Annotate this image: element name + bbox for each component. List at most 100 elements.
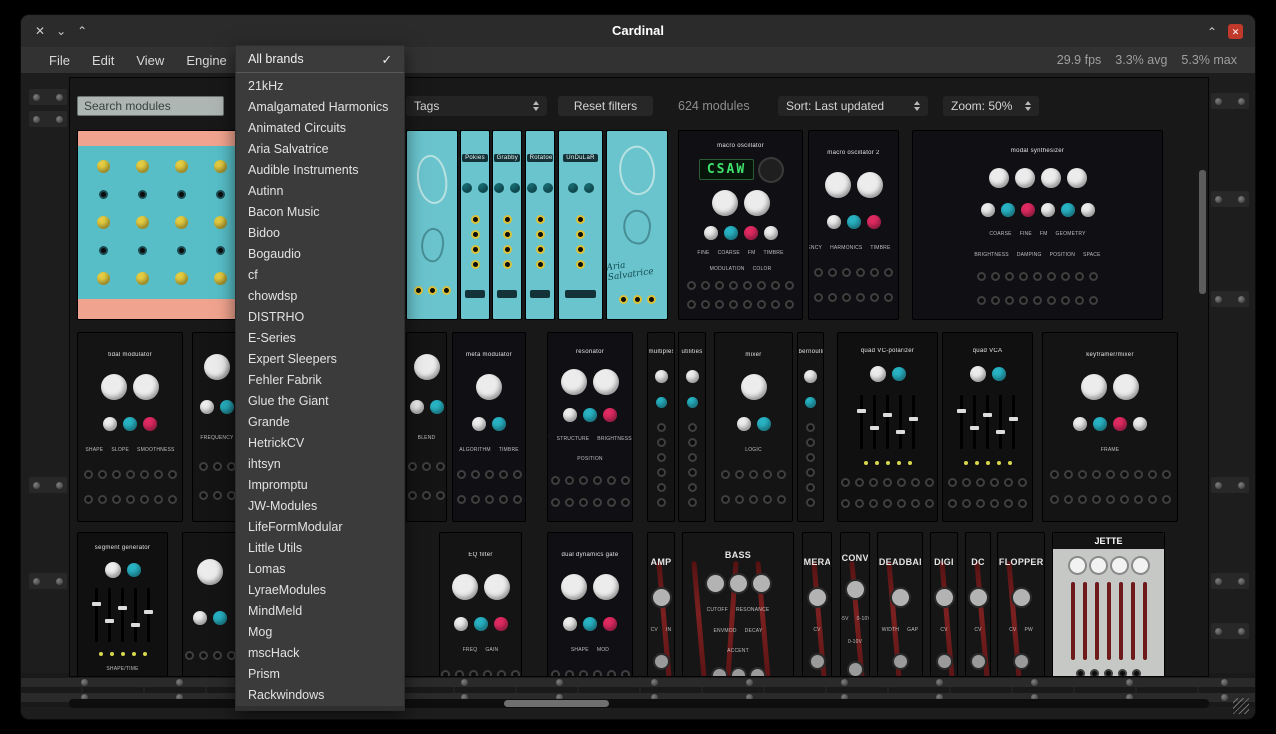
brand-menu-item[interactable]: DISTRHO — [236, 307, 404, 328]
brand-menu-item[interactable]: Glue the Giant — [236, 391, 404, 412]
module-card[interactable]: DCCV — [965, 532, 991, 677]
slider-handle[interactable] — [896, 430, 905, 434]
module-card[interactable]: utilities — [678, 332, 706, 522]
brand-menu-item[interactable]: ihtsyn — [236, 454, 404, 475]
jack-port — [1090, 669, 1099, 677]
resize-grip[interactable] — [1233, 698, 1249, 714]
menu-item-file[interactable]: File — [47, 53, 72, 68]
brand-menu-item[interactable]: Animated Circuits — [236, 118, 404, 139]
vertical-scrollbar-thumb[interactable] — [1199, 170, 1206, 294]
slider-handle[interactable] — [105, 619, 114, 623]
brand-menu-item[interactable]: HetrickCV — [236, 433, 404, 454]
brand-menu-item[interactable]: Bidoo — [236, 223, 404, 244]
module-card[interactable]: resonatorFREQUENCYSTRUCTUREBRIGHTNESSDAM… — [547, 332, 633, 522]
module-card[interactable]: dual dynamics gateSHAPEMOD — [547, 532, 633, 677]
collapse-icon[interactable]: ⌃ — [1207, 25, 1217, 39]
brand-menu-item[interactable]: JW-Modules — [236, 496, 404, 517]
menu-item-engine[interactable]: Engine — [184, 53, 228, 68]
module-card[interactable]: meta modulatorALGORITHMTIMBRE — [452, 332, 526, 522]
brand-menu-item[interactable]: 21kHz — [236, 76, 404, 97]
brand-menu-item[interactable]: Aria Salvatrice — [236, 139, 404, 160]
knob — [105, 562, 121, 578]
brand-menu-item[interactable]: Mog — [236, 622, 404, 643]
module-card[interactable] — [406, 130, 458, 320]
menu-item-view[interactable]: View — [134, 53, 166, 68]
module-card[interactable]: CONV+5V0-10V0-10V — [840, 532, 870, 677]
module-card[interactable]: bernoulli gate — [797, 332, 824, 522]
module-card[interactable]: Pokies — [460, 130, 490, 320]
brand-menu-item[interactable]: Prism — [236, 664, 404, 685]
module-row — [972, 655, 985, 668]
brand-menu-item[interactable]: LyraeModules — [236, 580, 404, 601]
slider-handle[interactable] — [983, 413, 992, 417]
horizontal-scrollbar-thumb[interactable] — [504, 700, 609, 707]
slider-handle[interactable] — [883, 413, 892, 417]
module-card[interactable]: Grabby — [492, 130, 522, 320]
knob — [97, 160, 110, 173]
brand-menu-item[interactable]: Expert Sleepers — [236, 349, 404, 370]
slider-handle[interactable] — [118, 606, 127, 610]
slider-handle[interactable] — [131, 623, 140, 627]
module-card[interactable]: multiples — [647, 332, 675, 522]
module-card[interactable]: MERACV — [802, 532, 832, 677]
module-label: SLOPE — [111, 447, 129, 453]
brand-menu-item[interactable]: E-Series — [236, 328, 404, 349]
jack-port — [99, 190, 108, 199]
brand-menu-item[interactable]: Rackwindows — [236, 685, 404, 706]
slider-handle[interactable] — [957, 409, 966, 413]
slider-handle[interactable] — [857, 409, 866, 413]
module-card[interactable]: macro oscillator 2FREQUENCYHARMONICSTIMB… — [808, 130, 899, 320]
brand-menu-item[interactable]: Audible Instruments — [236, 160, 404, 181]
slider-handle[interactable] — [970, 426, 979, 430]
brand-menu-item[interactable]: LifeFormModular — [236, 517, 404, 538]
brand-menu-item[interactable]: Impromptu — [236, 475, 404, 496]
module-card[interactable]: BLEND — [406, 332, 447, 522]
slider-handle[interactable] — [870, 426, 879, 430]
brand-menu-item[interactable]: Amalgamated Harmonics — [236, 97, 404, 118]
slider-handle[interactable] — [996, 430, 1005, 434]
knob — [847, 581, 864, 598]
module-card[interactable]: Rotatoes — [525, 130, 555, 320]
jack-port — [687, 281, 696, 290]
module-card[interactable]: modal synthesizerCOARSEFINEFMGEOMETRYBRI… — [912, 130, 1163, 320]
slider-handle[interactable] — [1009, 417, 1018, 421]
menu-item-edit[interactable]: Edit — [90, 53, 116, 68]
brand-menu-item[interactable]: Little Utils — [236, 538, 404, 559]
module-card[interactable]: quad VCA — [942, 332, 1033, 522]
slider-handle[interactable] — [909, 417, 918, 421]
module-card[interactable]: BASSCUTOFFRESONANCEENVMODDECAYACCENT — [682, 532, 794, 677]
module-card[interactable]: DEADBANDWIDTHGAP — [877, 532, 923, 677]
module-row — [964, 461, 1012, 465]
module-label: ALGORITHM — [459, 447, 491, 453]
brand-menu-item[interactable]: Bogaudio — [236, 244, 404, 265]
module-card[interactable]: Aria Salvatrice — [606, 130, 668, 320]
brand-menu-item[interactable]: mscHack — [236, 643, 404, 664]
module-card[interactable]: mixerLOGIC — [714, 332, 793, 522]
brand-menu-item[interactable]: chowdsp — [236, 286, 404, 307]
module-card[interactable]: FLOPPERCVPW — [997, 532, 1045, 677]
brand-menu-item[interactable]: Lomas — [236, 559, 404, 580]
slider-handle[interactable] — [92, 602, 101, 606]
module-card[interactable]: macro oscillatorCSAWFINECOARSEFMTIMBREMO… — [678, 130, 803, 320]
brand-menu-item[interactable]: Fehler Fabrik — [236, 370, 404, 391]
brand-menu-item[interactable]: Autinn — [236, 181, 404, 202]
module-card[interactable]: UnDuLaR — [558, 130, 603, 320]
module-card[interactable]: keyframer/mixerFRAME — [1042, 332, 1178, 522]
host-close-icon[interactable]: ✕ — [1228, 24, 1243, 39]
jack-port — [897, 478, 906, 487]
module-card[interactable]: quad VC-polarizer — [837, 332, 938, 522]
brand-menu-item[interactable]: cf — [236, 265, 404, 286]
module-card[interactable]: JETTE — [1052, 532, 1165, 677]
module-card[interactable] — [182, 532, 238, 677]
brand-menu-item-all-brands[interactable]: All brands ✓ — [236, 46, 404, 72]
module-card[interactable]: AMPCVIN — [647, 532, 675, 677]
slider-handle[interactable] — [144, 610, 153, 614]
brand-menu-item[interactable]: Grande — [236, 412, 404, 433]
brand-menu-item[interactable]: MindMeld — [236, 601, 404, 622]
module-card[interactable]: EQ filterFREQGAIN — [439, 532, 522, 677]
module-card[interactable]: tidal modulatorSHAPESLOPESMOOTHNESS — [77, 332, 183, 522]
brand-menu-item[interactable]: Bacon Music — [236, 202, 404, 223]
module-card[interactable]: segment generatorSHAPE/TIME — [77, 532, 168, 677]
jack-port — [1104, 669, 1113, 677]
module-card[interactable]: DIGICV — [930, 532, 958, 677]
